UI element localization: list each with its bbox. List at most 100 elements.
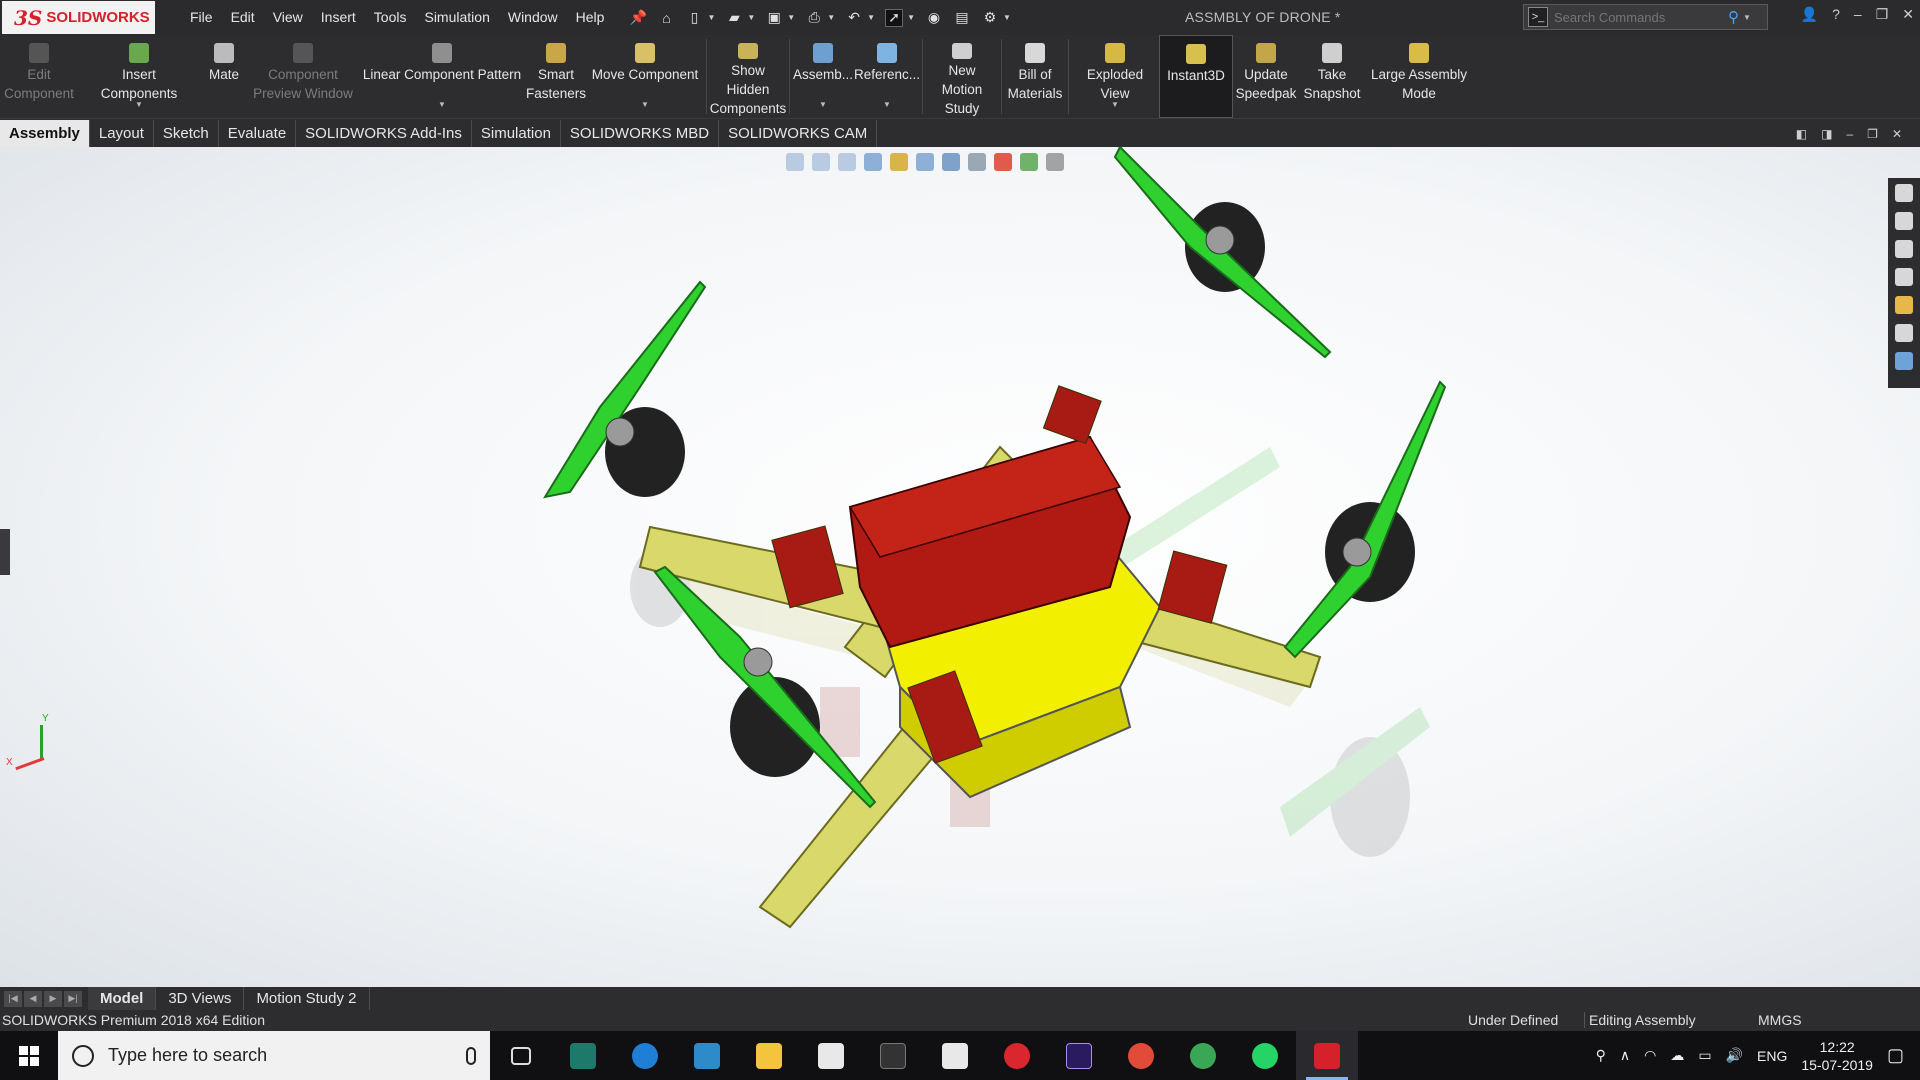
taskbar-mail[interactable] — [924, 1031, 986, 1080]
menu-edit[interactable]: Edit — [222, 1, 264, 34]
new-document-icon[interactable]: ▯ — [685, 9, 703, 27]
chevron-down-icon[interactable]: ▼ — [867, 13, 875, 22]
show-hidden-components-button[interactable]: Show Hidden Components — [709, 35, 787, 118]
menu-view[interactable]: View — [264, 1, 312, 34]
help-icon[interactable]: ? — [1832, 6, 1840, 23]
menu-help[interactable]: Help — [567, 1, 614, 34]
unit-system[interactable]: MMGS — [1758, 1012, 1802, 1028]
close-icon[interactable]: ✕ — [1902, 6, 1914, 23]
search-commands[interactable]: >_ ⚲ ▼ — [1523, 4, 1768, 30]
select-icon[interactable]: ➚ — [885, 8, 904, 27]
tile-left-icon[interactable]: ◧ — [1796, 127, 1807, 141]
tab-solidworks-cam[interactable]: SOLIDWORKS CAM — [719, 120, 878, 147]
chevron-down-icon[interactable]: ▼ — [827, 13, 835, 22]
start-button[interactable] — [0, 1031, 58, 1080]
taskbar-solidworks[interactable] — [1296, 1031, 1358, 1080]
cloud-icon[interactable]: ☁ — [1670, 1047, 1684, 1064]
clock[interactable]: 12:22 15-07-2019 — [1801, 1038, 1873, 1074]
tab-layout[interactable]: Layout — [90, 120, 154, 147]
menu-window[interactable]: Window — [499, 1, 567, 34]
task-view-button[interactable] — [490, 1031, 552, 1080]
bill-of-materials-button[interactable]: Bill of Materials — [1004, 35, 1066, 118]
component-preview-window-button[interactable]: Component Preview Window — [248, 35, 358, 118]
move-component-button[interactable]: Move Component ▼ — [586, 35, 704, 118]
mate-button[interactable]: Mate — [200, 35, 248, 118]
notification-icon[interactable]: ▢ — [1887, 1045, 1904, 1066]
taskbar-app-red[interactable] — [986, 1031, 1048, 1080]
taskbar-search[interactable]: Type here to search — [58, 1031, 490, 1080]
taskbar-edge[interactable] — [614, 1031, 676, 1080]
search-input[interactable] — [1554, 9, 1724, 25]
doc-close-icon[interactable]: ✕ — [1892, 127, 1902, 141]
taskbar-chrome-2[interactable] — [1172, 1031, 1234, 1080]
feature-manager-toggle[interactable] — [0, 529, 10, 575]
view-palette-icon[interactable] — [1895, 268, 1913, 286]
tab-simulation[interactable]: Simulation — [472, 120, 561, 147]
next-tab-icon[interactable]: ▶ — [44, 990, 62, 1007]
tile-right-icon[interactable]: ◨ — [1821, 127, 1832, 141]
tab-evaluate[interactable]: Evaluate — [219, 120, 297, 147]
chevron-down-icon[interactable]: ▼ — [907, 13, 915, 22]
microphone-icon[interactable] — [466, 1046, 476, 1065]
design-library-icon[interactable] — [1895, 212, 1913, 230]
show-hidden-icons-icon[interactable]: ∧ — [1620, 1047, 1630, 1064]
open-icon[interactable]: ▰ — [725, 9, 743, 27]
chevron-down-icon[interactable]: ▼ — [1111, 95, 1119, 114]
taskbar-app-n[interactable] — [862, 1031, 924, 1080]
solidworks-resources-icon[interactable] — [1895, 184, 1913, 202]
options-gear-icon[interactable]: ⚙ — [981, 9, 999, 27]
tab-assembly[interactable]: Assembly — [0, 120, 90, 147]
instant3d-button[interactable]: Instant3D — [1159, 35, 1233, 118]
taskbar-app-1[interactable] — [552, 1031, 614, 1080]
taskbar-after-effects[interactable] — [1048, 1031, 1110, 1080]
taskbar-app-3[interactable] — [676, 1031, 738, 1080]
file-explorer-icon[interactable] — [1895, 240, 1913, 258]
tab-solidworks-add-ins[interactable]: SOLIDWORKS Add-Ins — [296, 120, 472, 147]
exploded-view-button[interactable]: Exploded View ▼ — [1071, 35, 1159, 118]
wifi-icon[interactable]: ◠ — [1644, 1047, 1656, 1064]
taskbar-chrome[interactable] — [1110, 1031, 1172, 1080]
chevron-down-icon[interactable]: ▼ — [819, 95, 827, 114]
minimize-icon[interactable]: – — [1854, 6, 1862, 23]
edit-component-button[interactable]: Edit Component — [0, 35, 78, 118]
language-indicator[interactable]: ENG — [1757, 1048, 1787, 1064]
user-icon[interactable]: 👤 — [1801, 6, 1818, 23]
menu-insert[interactable]: Insert — [312, 1, 365, 34]
rebuild-icon[interactable]: ◉ — [925, 9, 943, 27]
chevron-down-icon[interactable]: ▼ — [707, 13, 715, 22]
taskbar-store[interactable] — [800, 1031, 862, 1080]
assembly-features-button[interactable]: Assemb... ▼ — [792, 35, 854, 118]
undo-icon[interactable]: ↶ — [845, 9, 863, 27]
menu-tools[interactable]: Tools — [365, 1, 416, 34]
doc-restore-icon[interactable]: ❐ — [1867, 127, 1878, 141]
tab-solidworks-mbd[interactable]: SOLIDWORKS MBD — [561, 120, 720, 147]
menu-file[interactable]: File — [181, 1, 222, 34]
tab-sketch[interactable]: Sketch — [154, 120, 219, 147]
chevron-down-icon[interactable]: ▼ — [747, 13, 755, 22]
tab-motion-study-2[interactable]: Motion Study 2 — [244, 987, 370, 1010]
new-motion-study-button[interactable]: New Motion Study — [925, 35, 999, 118]
graphics-area[interactable]: Y X — [0, 147, 1920, 987]
menu-simulation[interactable]: Simulation — [415, 1, 498, 34]
volume-icon[interactable]: 🔊 — [1726, 1047, 1743, 1064]
taskbar-file-explorer[interactable] — [738, 1031, 800, 1080]
print-icon[interactable]: ⎙ — [805, 9, 823, 27]
smart-fasteners-button[interactable]: Smart Fasteners — [526, 35, 586, 118]
chevron-down-icon[interactable]: ▼ — [883, 95, 891, 114]
taskbar-whatsapp[interactable] — [1234, 1031, 1296, 1080]
restore-icon[interactable]: ❐ — [1876, 6, 1889, 23]
chevron-down-icon[interactable]: ▼ — [787, 13, 795, 22]
forum-icon[interactable] — [1895, 352, 1913, 370]
home-icon[interactable]: ⌂ — [657, 9, 675, 27]
update-speedpak-button[interactable]: Update Speedpak — [1233, 35, 1299, 118]
battery-icon[interactable]: ▭ — [1698, 1047, 1711, 1064]
search-icon[interactable]: ⚲ — [1728, 8, 1739, 26]
linear-component-pattern-button[interactable]: Linear Component Pattern ▼ — [358, 35, 526, 118]
chevron-down-icon[interactable]: ▼ — [1003, 13, 1011, 22]
chevron-down-icon[interactable]: ▼ — [641, 95, 649, 114]
doc-minimize-icon[interactable]: – — [1846, 127, 1853, 141]
prev-tab-icon[interactable]: ◀ — [24, 990, 42, 1007]
save-icon[interactable]: ▣ — [765, 9, 783, 27]
last-tab-icon[interactable]: ▶| — [64, 990, 82, 1007]
tab-model[interactable]: Model — [88, 987, 157, 1010]
